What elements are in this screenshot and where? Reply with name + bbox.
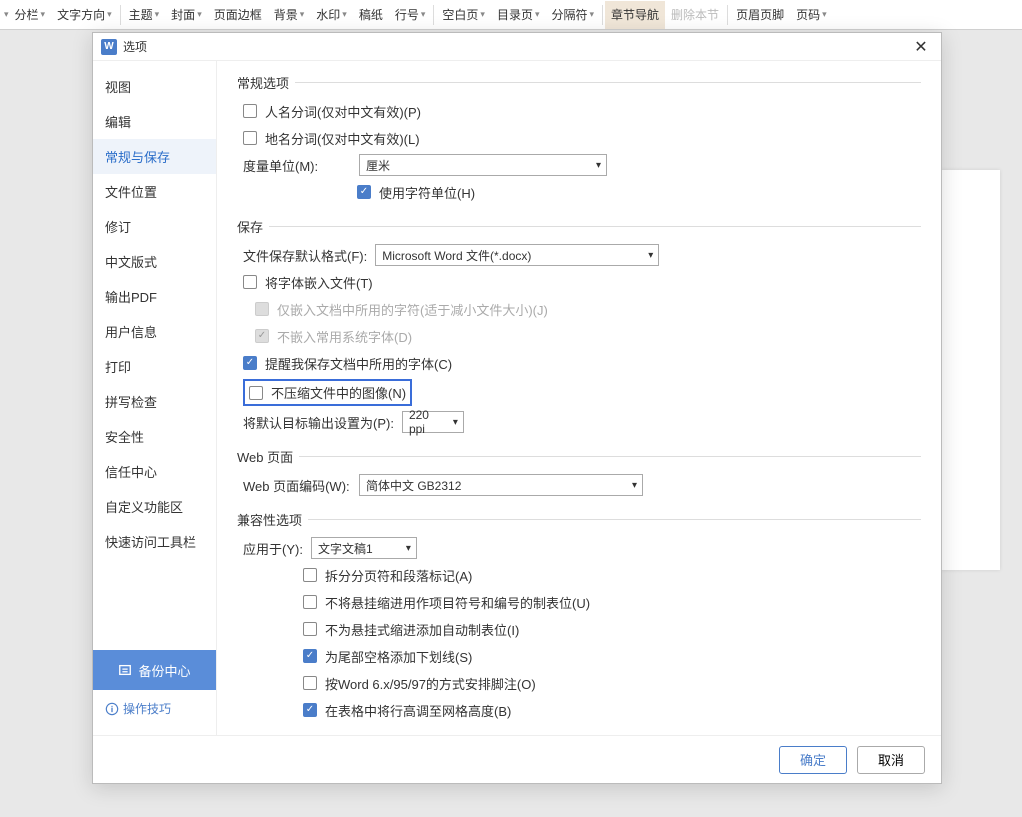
ribbon-text-direction[interactable]: 文字方向▾ <box>51 1 118 29</box>
ribbon-watermark[interactable]: 水印▾ <box>310 1 353 29</box>
ribbon-manuscript[interactable]: 稿纸 <box>353 1 389 29</box>
group-general: 常规选项 人名分词(仅对中文有效)(P) 地名分词(仅对中文有效)(L) 度量单… <box>237 73 921 203</box>
ribbon-cover[interactable]: 封面▾ <box>165 1 208 29</box>
dialog-title: 选项 <box>123 38 909 55</box>
label-table-row-height: 在表格中将行高调至网格高度(B) <box>325 701 511 720</box>
checkbox-split-pagebreak[interactable] <box>303 568 317 582</box>
checkbox-embed-fonts[interactable] <box>243 275 257 289</box>
checkbox-embed-used-only <box>255 302 269 316</box>
separator <box>727 5 728 25</box>
group-compat: 兼容性选项 应用于(Y): 文字文稿1 拆分分页符和段落标记(A) 不将悬挂缩进用… <box>237 510 921 721</box>
label-word6-footnote: 按Word 6.x/95/97的方式安排脚注(O) <box>325 674 536 693</box>
label-remind-fonts: 提醒我保存文档中所用的字体(C) <box>265 354 452 373</box>
dialog-titlebar: W 选项 ✕ <box>93 33 941 61</box>
combo-format[interactable]: Microsoft Word 文件(*.docx) <box>375 244 659 266</box>
ribbon-blank-page[interactable]: 空白页▾ <box>436 1 491 29</box>
ribbon-header-footer[interactable]: 页眉页脚 <box>730 1 790 29</box>
combo-apply-to[interactable]: 文字文稿1 <box>311 537 417 559</box>
sidebar-item-print[interactable]: 打印 <box>93 349 216 384</box>
ribbon-section-nav[interactable]: 章节导航 <box>605 1 665 29</box>
label-no-embed-system: 不嵌入常用系统字体(D) <box>277 327 412 346</box>
close-icon[interactable]: ✕ <box>909 35 933 59</box>
label-split-pagebreak: 拆分分页符和段落标记(A) <box>325 566 472 585</box>
ribbon-separator[interactable]: 分隔符▾ <box>545 1 600 29</box>
separator <box>602 5 603 25</box>
dialog-footer: 确定 取消 <box>93 735 941 783</box>
sidebar-item-trust-center[interactable]: 信任中心 <box>93 454 216 489</box>
label-no-hanging-indent: 不将悬挂缩进用作项目符号和编号的制表位(U) <box>325 593 590 612</box>
checkbox-name-seg[interactable] <box>243 104 257 118</box>
cancel-button[interactable]: 取消 <box>857 746 925 774</box>
label-embed-used-only: 仅嵌入文档中所用的字符(适于减小文件大小)(J) <box>277 300 548 319</box>
ribbon-page-number[interactable]: 页码▾ <box>790 1 833 29</box>
combo-web-encoding[interactable]: 简体中文 GB2312 <box>359 474 643 496</box>
checkbox-no-auto-tab[interactable] <box>303 622 317 636</box>
ribbon-toc-page[interactable]: 目录页▾ <box>491 1 546 29</box>
checkbox-underline-trailing[interactable] <box>303 649 317 663</box>
group-save: 保存 文件保存默认格式(F): Microsoft Word 文件(*.docx)… <box>237 217 921 433</box>
ribbon-background[interactable]: 背景▾ <box>268 1 311 29</box>
label-format: 文件保存默认格式(F): <box>243 246 367 265</box>
checkbox-no-compress-img[interactable] <box>249 386 263 400</box>
sidebar-item-chinese-layout[interactable]: 中文版式 <box>93 244 216 279</box>
sidebar-item-revision[interactable]: 修订 <box>93 209 216 244</box>
sidebar: 视图 编辑 常规与保存 文件位置 修订 中文版式 输出PDF 用户信息 打印 拼… <box>93 61 217 735</box>
group-title-save: 保存 <box>237 217 263 236</box>
checkbox-table-row-height[interactable] <box>303 703 317 717</box>
sidebar-item-security[interactable]: 安全性 <box>93 419 216 454</box>
label-char-unit: 使用字符单位(H) <box>379 183 475 202</box>
info-icon <box>105 702 119 716</box>
app-icon: W <box>101 39 117 55</box>
ribbon: ▾ 分栏▾ 文字方向▾ 主题▾ 封面▾ 页面边框 背景▾ 水印▾ 稿纸 行号▾ … <box>0 0 1022 30</box>
checkbox-remind-fonts[interactable] <box>243 356 257 370</box>
label-name-seg: 人名分词(仅对中文有效)(P) <box>265 102 421 121</box>
label-underline-trailing: 为尾部空格添加下划线(S) <box>325 647 472 666</box>
group-title-web: Web 页面 <box>237 447 293 466</box>
content-panel: 常规选项 人名分词(仅对中文有效)(P) 地名分词(仅对中文有效)(L) 度量单… <box>217 61 941 735</box>
sidebar-item-user-info[interactable]: 用户信息 <box>93 314 216 349</box>
backup-center-button[interactable]: 备份中心 <box>93 650 216 690</box>
label-unit: 度量单位(M): <box>243 156 351 175</box>
label-apply-to: 应用于(Y): <box>243 539 303 558</box>
group-title-general: 常规选项 <box>237 73 289 92</box>
group-title-compat: 兼容性选项 <box>237 510 302 529</box>
sidebar-item-custom-ribbon[interactable]: 自定义功能区 <box>93 489 216 524</box>
checkbox-place-seg[interactable] <box>243 131 257 145</box>
options-dialog: W 选项 ✕ 视图 编辑 常规与保存 文件位置 修订 中文版式 输出PDF 用户… <box>92 32 942 784</box>
checkbox-char-unit[interactable] <box>357 185 371 199</box>
checkbox-no-hanging-indent[interactable] <box>303 595 317 609</box>
ribbon-line-number[interactable]: 行号▾ <box>389 1 432 29</box>
combo-unit[interactable]: 厘米 <box>359 154 607 176</box>
separator <box>433 5 434 25</box>
ribbon-theme[interactable]: 主题▾ <box>123 1 166 29</box>
sidebar-item-view[interactable]: 视图 <box>93 69 216 104</box>
label-no-compress-img: 不压缩文件中的图像(N) <box>271 383 406 402</box>
sidebar-item-edit[interactable]: 编辑 <box>93 104 216 139</box>
ribbon-delete-section: 删除本节 <box>665 1 725 29</box>
ribbon-page-border[interactable]: 页面边框 <box>208 1 268 29</box>
checkbox-no-embed-system <box>255 329 269 343</box>
label-place-seg: 地名分词(仅对中文有效)(L) <box>265 129 420 148</box>
label-default-output: 将默认目标输出设置为(P): <box>243 413 394 432</box>
sidebar-item-quick-access[interactable]: 快速访问工具栏 <box>93 524 216 559</box>
label-web-encoding: Web 页面编码(W): <box>243 476 351 495</box>
checkbox-word6-footnote[interactable] <box>303 676 317 690</box>
group-web: Web 页面 Web 页面编码(W): 简体中文 GB2312 <box>237 447 921 496</box>
sidebar-item-file-location[interactable]: 文件位置 <box>93 174 216 209</box>
label-no-auto-tab: 不为悬挂式缩进添加自动制表位(I) <box>325 620 519 639</box>
backup-icon <box>118 663 132 677</box>
separator <box>120 5 121 25</box>
sidebar-item-spellcheck[interactable]: 拼写检查 <box>93 384 216 419</box>
sidebar-item-general-save[interactable]: 常规与保存 <box>93 139 216 174</box>
ok-button[interactable]: 确定 <box>779 746 847 774</box>
tips-link[interactable]: 操作技巧 <box>93 690 216 727</box>
ribbon-columns[interactable]: 分栏▾ <box>9 1 52 29</box>
combo-default-output[interactable]: 220 ppi <box>402 411 464 433</box>
highlighted-option: 不压缩文件中的图像(N) <box>243 379 412 406</box>
label-embed-fonts: 将字体嵌入文件(T) <box>265 273 373 292</box>
sidebar-item-output-pdf[interactable]: 输出PDF <box>93 279 216 314</box>
